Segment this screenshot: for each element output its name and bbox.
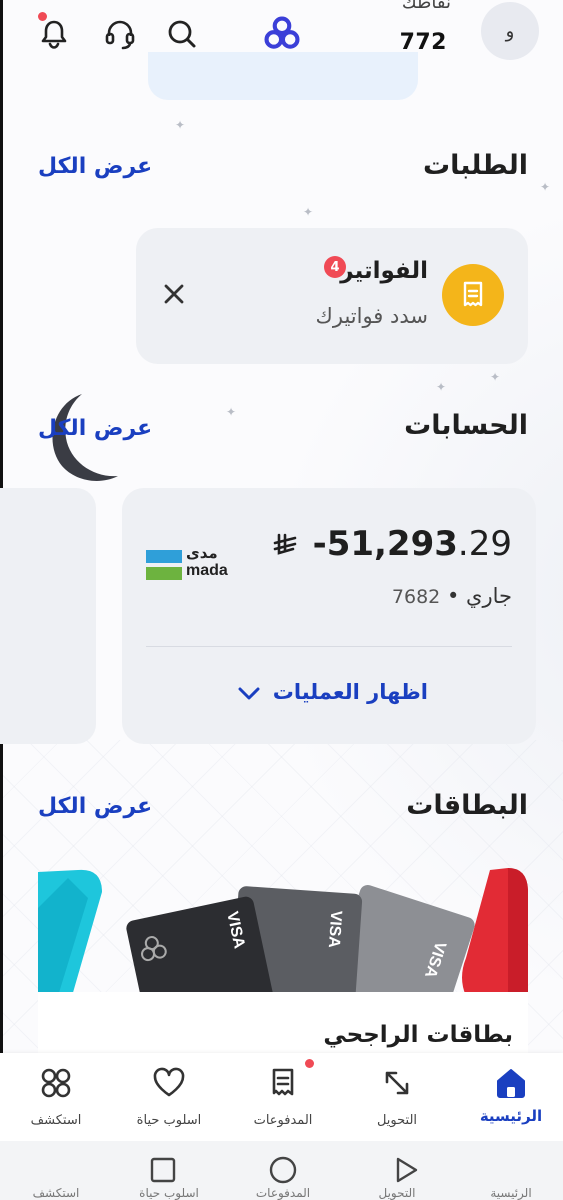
balance-decimal: .29 [457, 524, 512, 564]
nav-lifestyle-label: اسلوب حياة [136, 1113, 202, 1128]
chevron-down-icon[interactable] [236, 684, 262, 704]
star-icon: ✦ [490, 370, 501, 384]
ghost-label: استكشف [32, 1186, 80, 1200]
ghost-label: المدفوعات [255, 1186, 311, 1200]
ghost-label: اسلوب حياة [139, 1186, 199, 1200]
bell-icon [41, 20, 67, 49]
points-label: نقاطك [401, 0, 451, 13]
bills-subtitle: سدد فواتيرك [315, 304, 428, 328]
top-banner[interactable] [148, 52, 418, 100]
bills-count-badge: 4 [324, 256, 346, 278]
explore-icon [41, 1068, 71, 1098]
home-icon [497, 1069, 525, 1098]
balance-main: -51,293 [312, 524, 458, 564]
support-button[interactable] [100, 14, 140, 54]
star-icon: ✦ [175, 118, 186, 132]
show-transactions-button[interactable]: اظهار العمليات [273, 680, 428, 704]
mada-logo: مدى mada [146, 544, 238, 582]
star-icon: ✦ [226, 405, 237, 419]
star-icon: ✦ [436, 380, 447, 394]
nav-payments[interactable]: المدفوعات [227, 1053, 339, 1141]
nav-transfer-label: التحويل [376, 1113, 418, 1128]
account-balance: -51,293.29 [271, 524, 512, 564]
bank-logo-icon [264, 16, 300, 49]
star-icon: ✦ [303, 205, 314, 219]
mada-arabic-label: مدى [186, 544, 218, 562]
bank-logo[interactable] [262, 14, 302, 54]
bottom-navigation: الرئيسية التحويل المدفوعات اسلوب حياة اس… [0, 1053, 563, 1141]
search-icon [168, 20, 196, 48]
payments-icon [272, 1068, 294, 1096]
back-triangle-icon[interactable] [390, 1155, 420, 1185]
cards-title: البطاقات [406, 790, 528, 821]
bills-request-card[interactable]: الفواتير 4 سدد فواتيرك [136, 228, 528, 364]
home-circle-icon[interactable] [268, 1155, 298, 1185]
cards-view-all-link[interactable]: عرض الكل [38, 794, 152, 819]
requests-view-all-link[interactable]: عرض الكل [38, 154, 152, 179]
bills-title: الفواتير [340, 258, 428, 284]
separator-dot: • [446, 584, 467, 608]
mada-label: mada [186, 562, 228, 579]
account-number: 7682 [391, 586, 441, 608]
screen-edge [0, 744, 3, 1054]
accounts-view-all-link[interactable]: عرض الكل [38, 416, 152, 441]
ghost-label: التحويل [378, 1186, 416, 1200]
nav-payments-label: المدفوعات [253, 1113, 313, 1128]
account-info: 7682 • جاري [392, 584, 512, 608]
payments-alert-dot [305, 1059, 314, 1068]
svg-text:VISA: VISA [325, 910, 345, 949]
nav-home-label: الرئيسية [479, 1107, 543, 1125]
bill-icon [442, 264, 504, 326]
nav-lifestyle[interactable]: اسلوب حياة [113, 1053, 225, 1141]
ghost-label: الرئيسية [490, 1186, 532, 1200]
requests-title: الطلبات [422, 150, 528, 181]
currency-symbol [271, 524, 313, 564]
nav-home[interactable]: الرئيسية [455, 1053, 563, 1141]
notification-dot [38, 12, 47, 21]
nav-transfer[interactable]: التحويل [341, 1053, 453, 1141]
screen-edge [0, 0, 3, 490]
next-account-card[interactable] [0, 488, 96, 744]
notifications-button[interactable] [34, 12, 74, 54]
heart-icon [153, 1067, 185, 1097]
recent-apps-icon[interactable] [148, 1155, 178, 1185]
nav-explore[interactable]: استكشف [0, 1053, 112, 1141]
transfer-icon [385, 1071, 409, 1095]
headset-icon [105, 20, 135, 50]
search-button[interactable] [162, 14, 202, 54]
nav-explore-label: استكشف [30, 1113, 82, 1128]
card-product-name: بطاقات الراجحي [323, 1022, 513, 1048]
account-type: جاري [466, 584, 512, 608]
close-icon[interactable] [160, 280, 188, 308]
account-card[interactable]: -51,293.29 7682 • جاري مدى mada اظهار ال… [122, 488, 536, 744]
divider [146, 646, 512, 647]
star-icon: ✦ [540, 180, 551, 194]
avatar[interactable]: و [481, 2, 539, 60]
accounts-title: الحسابات [404, 410, 528, 441]
